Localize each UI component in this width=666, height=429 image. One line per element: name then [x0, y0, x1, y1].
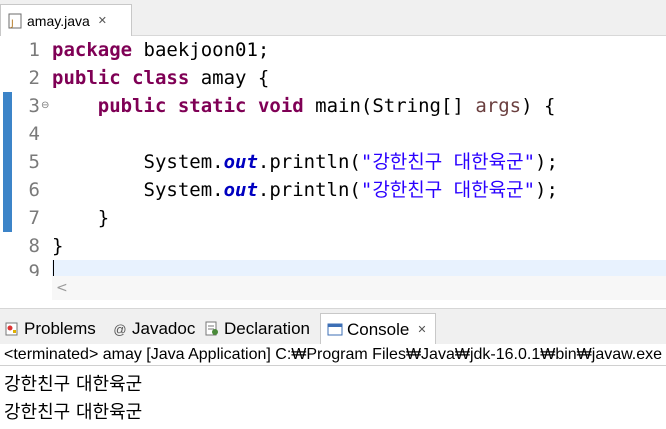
- keyword: static: [177, 95, 247, 117]
- code-text: ) {: [521, 95, 556, 117]
- line-number-gutter: 1 2 3 ⊖ 4 5 6 7 8 9: [14, 36, 52, 276]
- code-line-2: public class amay {: [52, 64, 269, 92]
- string-literal: "강한친구 대한육군": [360, 151, 536, 173]
- code-text: );: [535, 151, 558, 173]
- tab-javadoc[interactable]: @ Javadoc: [112, 313, 195, 345]
- line-number: 5: [28, 151, 40, 173]
- code-text: System.: [52, 151, 224, 173]
- keyword: public: [97, 95, 167, 117]
- code-text: main(String[]: [303, 95, 476, 117]
- code-text: baekjoon01;: [132, 39, 270, 61]
- tab-label: Problems: [24, 319, 96, 338]
- keyword: package: [52, 39, 133, 61]
- code-text: amay {: [189, 67, 270, 89]
- declaration-icon: [204, 321, 220, 337]
- editor-tab-strip: J amay.java ✕: [0, 0, 666, 36]
- quick-diff-change-bar: [3, 92, 12, 232]
- static-field: out: [223, 151, 258, 173]
- current-line-highlight: [52, 260, 666, 276]
- java-file-icon: J: [7, 13, 23, 29]
- code-line-7: }: [52, 207, 110, 229]
- line-number: 4: [28, 123, 40, 145]
- code-line-5: System.out.println("강한친구 대한육군");: [52, 148, 558, 176]
- code-editor[interactable]: 1 2 3 ⊖ 4 5 6 7 8 9 package baekjoon01; …: [0, 36, 666, 278]
- code-line-3: public static void main(String[] args) {: [52, 92, 556, 120]
- console-process-description: <terminated> amay [Java Application] C:₩…: [0, 344, 666, 366]
- javadoc-at-icon: @: [113, 321, 127, 337]
- close-icon[interactable]: ✕: [417, 323, 426, 336]
- line-number: 9: [28, 261, 40, 276]
- code-text: .println(: [257, 179, 361, 201]
- code-line-6: System.out.println("강한친구 대한육군");: [52, 176, 558, 204]
- console-output[interactable]: 강한친구 대한육군 강한친구 대한육군: [0, 366, 666, 429]
- line-number: 2: [28, 67, 40, 89]
- parameter: args: [475, 95, 522, 117]
- keyword: public: [52, 67, 121, 89]
- horizontal-scrollbar[interactable]: <: [52, 276, 666, 300]
- tab-label: Declaration: [224, 319, 310, 338]
- code-line-8: }: [52, 235, 64, 257]
- console-output-line: 강한친구 대한육군: [4, 374, 143, 395]
- line-number: 3: [28, 95, 40, 117]
- editor-tab-amay-java[interactable]: J amay.java ✕: [0, 4, 132, 36]
- editor-tab-label: amay.java: [27, 12, 90, 29]
- code-text: .println(: [257, 151, 361, 173]
- close-icon[interactable]: ✕: [98, 14, 107, 27]
- problems-icon: [4, 321, 20, 337]
- line-number: 8: [28, 235, 40, 257]
- code-text: System.: [52, 179, 224, 201]
- bottom-view-tab-strip: Problems @ Javadoc Declaration Console ✕: [0, 308, 666, 345]
- overview-ruler: [0, 36, 14, 276]
- fold-collapse-icon[interactable]: ⊖: [41, 92, 49, 120]
- line-number: 1: [28, 39, 40, 61]
- tab-problems[interactable]: Problems: [4, 313, 96, 345]
- keyword: class: [132, 67, 190, 89]
- scroll-left-arrow-icon[interactable]: <: [56, 280, 68, 296]
- string-literal: "강한친구 대한육군": [360, 179, 536, 201]
- tab-label: Javadoc: [132, 319, 196, 338]
- tab-declaration[interactable]: Declaration: [204, 313, 310, 345]
- svg-text:J: J: [10, 19, 14, 29]
- static-field: out: [223, 179, 258, 201]
- keyword: void: [257, 95, 304, 117]
- console-icon: [327, 322, 343, 338]
- code-text: );: [535, 179, 558, 201]
- tab-label: Console: [347, 319, 410, 339]
- line-number: 7: [28, 207, 40, 229]
- line-number: 6: [28, 179, 40, 201]
- tab-console[interactable]: Console ✕: [320, 313, 436, 345]
- console-output-line: 강한친구 대한육군: [4, 402, 143, 423]
- code-line-1: package baekjoon01;: [52, 36, 269, 64]
